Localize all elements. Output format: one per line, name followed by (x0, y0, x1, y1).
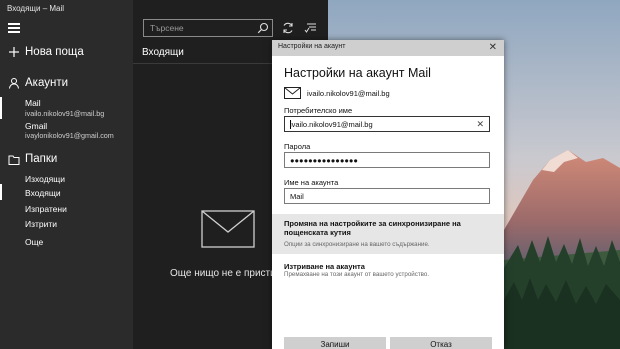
save-button[interactable]: Запиши (284, 337, 386, 349)
account-name-field[interactable]: Mail (284, 188, 490, 204)
filter-icon[interactable] (304, 21, 318, 35)
clear-icon[interactable]: ✕ (476, 119, 484, 130)
search-input[interactable]: Търсене (143, 19, 273, 37)
folder-icon (8, 155, 20, 165)
password-label: Парола (284, 142, 311, 151)
username-value: ivailo.nikolov91@mail.bg (290, 120, 373, 129)
username-field[interactable]: ivailo.nikolov91@mail.bg ✕ (284, 116, 490, 132)
account-name-value: Mail (290, 192, 304, 201)
account-item-mail[interactable]: Mail (25, 98, 41, 108)
new-mail-button[interactable]: Нова поща (25, 46, 84, 58)
sync-settings-item[interactable]: Промяна на настройките за синхронизиране… (272, 214, 504, 254)
dialog-heading: Настройки на акаунт Mail (284, 66, 431, 80)
envelope-icon (284, 87, 301, 99)
person-icon (9, 78, 19, 89)
navigation-pane: Нова поща Акаунти Mail ivailo.nikolov91@… (0, 20, 133, 349)
close-icon[interactable]: ✕ (489, 42, 497, 54)
folder-item-sent[interactable]: Изпратени (25, 204, 67, 214)
account-email-mail: ivailo.nikolov91@mail.bg (25, 109, 105, 118)
folder-item-more[interactable]: Още (25, 237, 43, 247)
sync-settings-description: Опции за синхронизиране на вашето съдърж… (284, 241, 430, 248)
sync-settings-title: Промяна на настройките за синхронизиране… (284, 219, 461, 237)
folder-item-inbox[interactable]: Входящи (25, 188, 61, 198)
folders-heading[interactable]: Папки (25, 153, 57, 165)
delete-account-description: Премахване на този акаунт от вашето устр… (284, 271, 430, 278)
folder-item-deleted[interactable]: Изтрити (25, 219, 57, 229)
password-value: ●●●●●●●●●●●●●●● (290, 156, 358, 165)
hamburger-icon[interactable] (8, 23, 20, 33)
search-icon[interactable] (257, 22, 269, 34)
dialog-titlebar: Настройки на акаунт ✕ (272, 40, 504, 56)
account-item-gmail[interactable]: Gmail (25, 121, 47, 131)
username-label: Потребителско име (284, 106, 353, 115)
sync-icon[interactable] (281, 21, 295, 35)
dialog-title: Настройки на акаунт (278, 43, 346, 50)
window-title: Входящи – Mail (7, 4, 65, 13)
envelope-icon (201, 210, 255, 248)
plus-icon (9, 47, 19, 57)
folder-item-outbox[interactable]: Изходящи (25, 174, 65, 184)
account-email-gmail: ivaylonikolov91@gmail.com (25, 131, 114, 140)
inbox-title: Входящи (142, 47, 184, 58)
accounts-heading[interactable]: Акаунти (25, 77, 68, 89)
selected-account-marker (0, 97, 2, 119)
password-field[interactable]: ●●●●●●●●●●●●●●● (284, 152, 490, 168)
cancel-button[interactable]: Отказ (390, 337, 492, 349)
empty-inbox-message: Още нищо не е пристигн (170, 268, 285, 279)
delete-account-link[interactable]: Изтриване на акаунта (284, 262, 365, 271)
account-name-label: Име на акаунта (284, 178, 339, 187)
search-placeholder: Търсене (150, 23, 184, 33)
account-email: ivailo.nikolov91@mail.bg (307, 89, 390, 98)
selected-folder-marker (0, 184, 2, 200)
account-settings-dialog: Настройки на акаунт ✕ Настройки на акаун… (272, 40, 504, 349)
